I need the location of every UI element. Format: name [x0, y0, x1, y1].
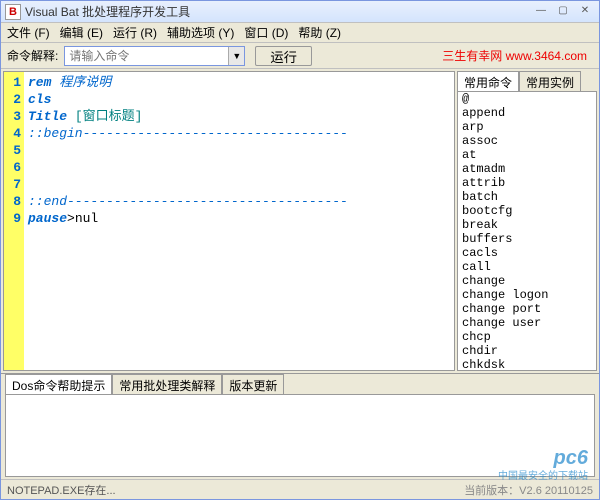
command-list-item[interactable]: batch [458, 190, 596, 204]
menu-run[interactable]: 运行 (R) [113, 24, 157, 41]
line-number: 9 [4, 210, 21, 227]
line-number: 8 [4, 193, 21, 210]
command-list-item[interactable]: buffers [458, 232, 596, 246]
line-number: 4 [4, 125, 21, 142]
minimize-button[interactable]: — [531, 4, 551, 20]
command-list-item[interactable]: append [458, 106, 596, 120]
code-line[interactable] [28, 159, 450, 176]
combo-dropdown-icon[interactable]: ▼ [228, 47, 244, 65]
command-input[interactable] [65, 47, 228, 65]
bottom-tabs: Dos命令帮助提示 常用批处理类解释 版本更新 [1, 374, 599, 394]
command-combo[interactable]: ▼ [64, 46, 245, 66]
menu-help[interactable]: 帮助 (Z) [298, 24, 341, 41]
command-list-item[interactable]: call [458, 260, 596, 274]
command-list-item[interactable]: assoc [458, 134, 596, 148]
code-line[interactable]: ::begin---------------------------------… [28, 125, 450, 142]
menubar: 文件 (F) 编辑 (E) 运行 (R) 辅助选项 (Y) 窗口 (D) 帮助 … [1, 23, 599, 43]
watermark-link[interactable]: 三生有幸网 www.3464.com [442, 47, 587, 64]
line-number: 2 [4, 91, 21, 108]
titlebar: B Visual Bat 批处理程序开发工具 — ▢ ✕ [1, 1, 599, 23]
code-line[interactable] [28, 176, 450, 193]
code-line[interactable]: rem 程序说明 [28, 74, 450, 91]
app-icon: B [5, 4, 21, 20]
menu-aux[interactable]: 辅助选项 (Y) [167, 24, 234, 41]
menu-edit[interactable]: 编辑 (E) [60, 24, 103, 41]
code-content[interactable]: rem 程序说明clsTitle [窗口标题]::begin----------… [24, 72, 454, 370]
line-gutter: 123456789 [4, 72, 24, 370]
command-list-item[interactable]: cacls [458, 246, 596, 260]
tab-batch-explain[interactable]: 常用批处理类解释 [112, 374, 222, 394]
command-list-item[interactable]: chdir [458, 344, 596, 358]
combo-label: 命令解释: [7, 47, 58, 64]
command-list-item[interactable]: arp [458, 120, 596, 134]
bottom-area: Dos命令帮助提示 常用批处理类解释 版本更新 [1, 373, 599, 479]
right-tabs: 常用命令 常用实例 [457, 71, 597, 91]
command-list-item[interactable]: at [458, 148, 596, 162]
tab-common-examples[interactable]: 常用实例 [519, 71, 581, 91]
status-left: NOTEPAD.EXE存在... [7, 482, 464, 498]
app-window: B Visual Bat 批处理程序开发工具 — ▢ ✕ 文件 (F) 编辑 (… [0, 0, 600, 500]
close-button[interactable]: ✕ [575, 4, 595, 20]
line-number: 3 [4, 108, 21, 125]
tab-version-update[interactable]: 版本更新 [222, 374, 284, 394]
command-list-item[interactable]: change user [458, 316, 596, 330]
line-number: 6 [4, 159, 21, 176]
tab-common-commands[interactable]: 常用命令 [457, 71, 519, 91]
command-list-item[interactable]: change [458, 274, 596, 288]
right-pane: 常用命令 常用实例 @appendarpassocatatmadmattribb… [457, 71, 597, 371]
line-number: 1 [4, 74, 21, 91]
statusbar: NOTEPAD.EXE存在... 当前版本：V2.6 20110125 [1, 479, 599, 499]
toolbar: 命令解释: ▼ 运行 三生有幸网 www.3464.com [1, 43, 599, 69]
command-list-item[interactable]: @ [458, 92, 596, 106]
window-title: Visual Bat 批处理程序开发工具 [25, 3, 529, 20]
command-list-item[interactable]: change port [458, 302, 596, 316]
code-line[interactable] [28, 142, 450, 159]
menu-window[interactable]: 窗口 (D) [244, 24, 288, 41]
help-output[interactable] [5, 394, 595, 477]
line-number: 5 [4, 142, 21, 159]
command-list-item[interactable]: chcp [458, 330, 596, 344]
command-list-item[interactable]: change logon [458, 288, 596, 302]
code-line[interactable]: cls [28, 91, 450, 108]
code-line[interactable]: pause>nul [28, 210, 450, 227]
menu-file[interactable]: 文件 (F) [7, 24, 50, 41]
command-list-item[interactable]: break [458, 218, 596, 232]
run-button[interactable]: 运行 [255, 46, 312, 66]
status-right: 当前版本：V2.6 20110125 [464, 482, 593, 498]
command-list-item[interactable]: bootcfg [458, 204, 596, 218]
code-editor[interactable]: 123456789 rem 程序说明clsTitle [窗口标题]::begin… [4, 72, 454, 370]
command-list-item[interactable]: atmadm [458, 162, 596, 176]
command-list-item[interactable]: chkdsk [458, 358, 596, 371]
code-line[interactable]: Title [窗口标题] [28, 108, 450, 125]
maximize-button[interactable]: ▢ [553, 4, 573, 20]
command-list[interactable]: @appendarpassocatatmadmattribbatchbootcf… [457, 91, 597, 371]
main-area: 123456789 rem 程序说明clsTitle [窗口标题]::begin… [1, 69, 599, 373]
tab-dos-help[interactable]: Dos命令帮助提示 [5, 374, 112, 394]
editor-pane: 123456789 rem 程序说明clsTitle [窗口标题]::begin… [3, 71, 455, 371]
command-list-item[interactable]: attrib [458, 176, 596, 190]
code-line[interactable]: ::end-----------------------------------… [28, 193, 450, 210]
line-number: 7 [4, 176, 21, 193]
